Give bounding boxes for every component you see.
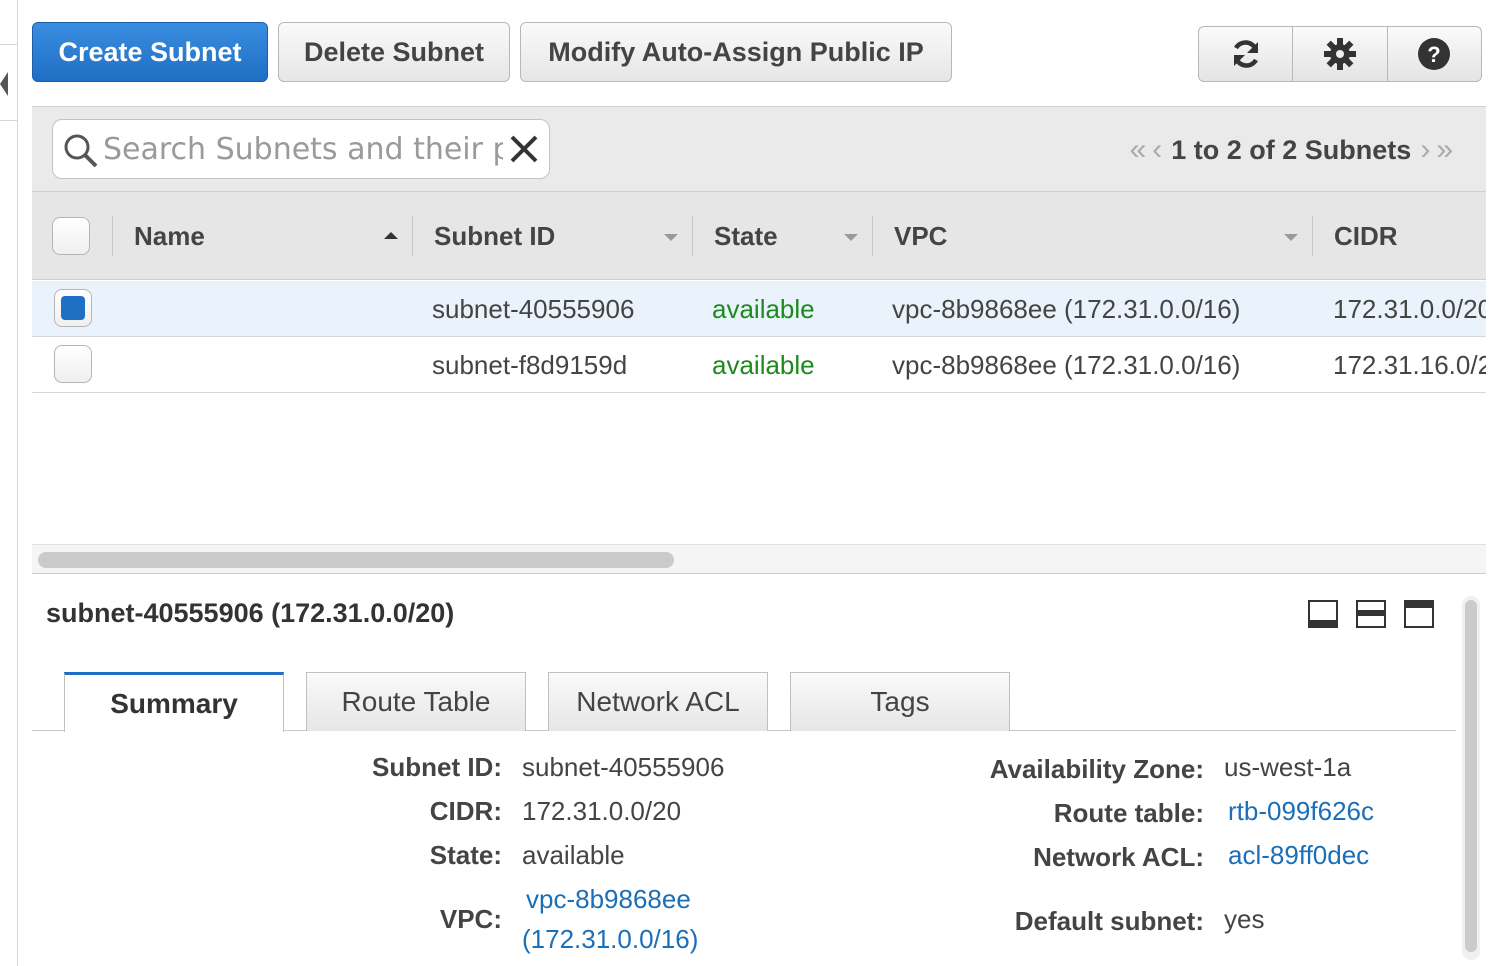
search-input[interactable]: [103, 130, 503, 168]
cell-state: available: [712, 349, 815, 380]
pagination: « ‹ 1 to 2 of 2 Subnets › »: [1127, 133, 1456, 167]
column-divider: [412, 216, 413, 256]
modify-auto-assign-ip-button[interactable]: Modify Auto-Assign Public IP: [520, 22, 952, 82]
value-cidr: 172.31.0.0/20: [522, 796, 682, 826]
cell-cidr: 172.31.16.0/20: [1333, 349, 1486, 380]
value-availability-zone: us-west-1a: [1224, 752, 1352, 782]
last-page-icon[interactable]: »: [1436, 133, 1453, 167]
help-button[interactable]: ?: [1388, 27, 1481, 81]
cell-name: [134, 337, 404, 393]
refresh-icon: [1233, 40, 1258, 68]
value-state: available: [522, 840, 625, 870]
search-icon: [64, 134, 98, 168]
clear-icon[interactable]: [509, 134, 539, 164]
cell-subnet-id: subnet-40555906: [432, 293, 635, 324]
vertical-scrollbar[interactable]: [1462, 596, 1480, 960]
value-vpc-cidr-link[interactable]: (172.31.0.0/16): [522, 924, 698, 955]
cell-cidr: 172.31.0.0/20: [1333, 293, 1486, 324]
value-vpc-link[interactable]: vpc-8b9868ee: [526, 884, 691, 915]
tab-tags[interactable]: Tags: [790, 672, 1010, 731]
value-route-table-link[interactable]: rtb-099f626c: [1228, 796, 1374, 827]
cell-name: [134, 281, 404, 337]
sort-asc-icon[interactable]: [384, 232, 398, 239]
prev-page-icon[interactable]: ‹: [1152, 133, 1162, 167]
column-header-subnet-id[interactable]: Subnet ID: [434, 192, 555, 280]
settings-button[interactable]: [1293, 27, 1388, 81]
svg-text:?: ?: [1428, 42, 1441, 67]
horizontal-scrollbar[interactable]: [32, 544, 1486, 574]
table-header: Name Subnet ID State VPC CIDR: [32, 192, 1486, 280]
column-divider: [112, 216, 113, 256]
search-box: [52, 119, 550, 179]
pane-layout-controls: [1308, 600, 1434, 628]
pane-half-icon[interactable]: [1356, 600, 1386, 628]
cell-subnet-id: subnet-f8d9159d: [432, 349, 628, 380]
cell-vpc: vpc-8b9868ee (172.31.0.0/16): [892, 293, 1241, 324]
label-network-acl: Network ACL:: [1033, 842, 1204, 872]
delete-subnet-button[interactable]: Delete Subnet: [278, 22, 510, 82]
row-checkbox[interactable]: [54, 345, 92, 383]
pane-maximize-icon[interactable]: [1404, 600, 1434, 628]
column-header-name[interactable]: Name: [134, 192, 205, 280]
column-divider: [692, 216, 693, 256]
toolbar-icon-group: ?: [1198, 26, 1482, 82]
row-checkbox[interactable]: [54, 289, 92, 327]
column-divider: [872, 216, 873, 256]
scrollbar-thumb[interactable]: [1465, 600, 1477, 952]
help-icon: ?: [1418, 38, 1451, 70]
create-subnet-button[interactable]: Create Subnet: [32, 22, 268, 82]
label-cidr: CIDR:: [429, 796, 502, 826]
label-subnet-id: Subnet ID:: [372, 752, 502, 782]
select-all-checkbox[interactable]: [52, 217, 90, 255]
label-vpc: VPC:: [439, 904, 502, 934]
left-nav-strip: [0, 0, 18, 966]
column-divider: [1312, 216, 1313, 256]
column-header-state[interactable]: State: [714, 192, 778, 280]
sort-icon[interactable]: [1284, 234, 1298, 241]
collapse-nav-icon[interactable]: [0, 72, 8, 96]
gear-icon: [1323, 38, 1356, 70]
tab-network-acl[interactable]: Network ACL: [548, 672, 768, 731]
first-page-icon[interactable]: «: [1130, 133, 1147, 167]
table-row[interactable]: subnet-40555906 available vpc-8b9868ee (…: [32, 281, 1486, 337]
nav-divider: [0, 44, 18, 45]
table-row[interactable]: subnet-f8d9159d available vpc-8b9868ee (…: [32, 337, 1486, 393]
label-availability-zone: Availability Zone:: [989, 754, 1204, 784]
refresh-button[interactable]: [1199, 27, 1294, 81]
sort-icon[interactable]: [664, 234, 678, 241]
column-header-vpc[interactable]: VPC: [894, 192, 947, 280]
subnets-console: Create Subnet Delete Subnet Modify Auto-…: [0, 0, 1510, 966]
value-subnet-id: subnet-40555906: [522, 752, 725, 782]
label-route-table: Route table:: [1053, 798, 1204, 828]
label-state: State:: [429, 840, 502, 870]
detail-title: subnet-40555906 (172.31.0.0/20): [46, 598, 455, 628]
next-page-icon[interactable]: ›: [1420, 133, 1430, 167]
label-default-subnet: Default subnet:: [1014, 906, 1204, 936]
cell-vpc: vpc-8b9868ee (172.31.0.0/16): [892, 349, 1241, 380]
nav-divider: [0, 120, 18, 121]
scrollbar-thumb[interactable]: [38, 552, 674, 568]
value-network-acl-link[interactable]: acl-89ff0dec: [1228, 840, 1369, 871]
filter-bar: « ‹ 1 to 2 of 2 Subnets › »: [32, 106, 1486, 192]
tab-summary[interactable]: Summary: [64, 672, 284, 732]
pagination-text: 1 to 2 of 2 Subnets: [1171, 134, 1412, 165]
value-default-subnet: yes: [1224, 904, 1265, 934]
sort-icon[interactable]: [844, 234, 858, 241]
cell-state: available: [712, 293, 815, 324]
tab-route-table[interactable]: Route Table: [306, 672, 526, 731]
column-header-cidr[interactable]: CIDR: [1334, 192, 1398, 280]
pane-minimize-icon[interactable]: [1308, 600, 1338, 628]
